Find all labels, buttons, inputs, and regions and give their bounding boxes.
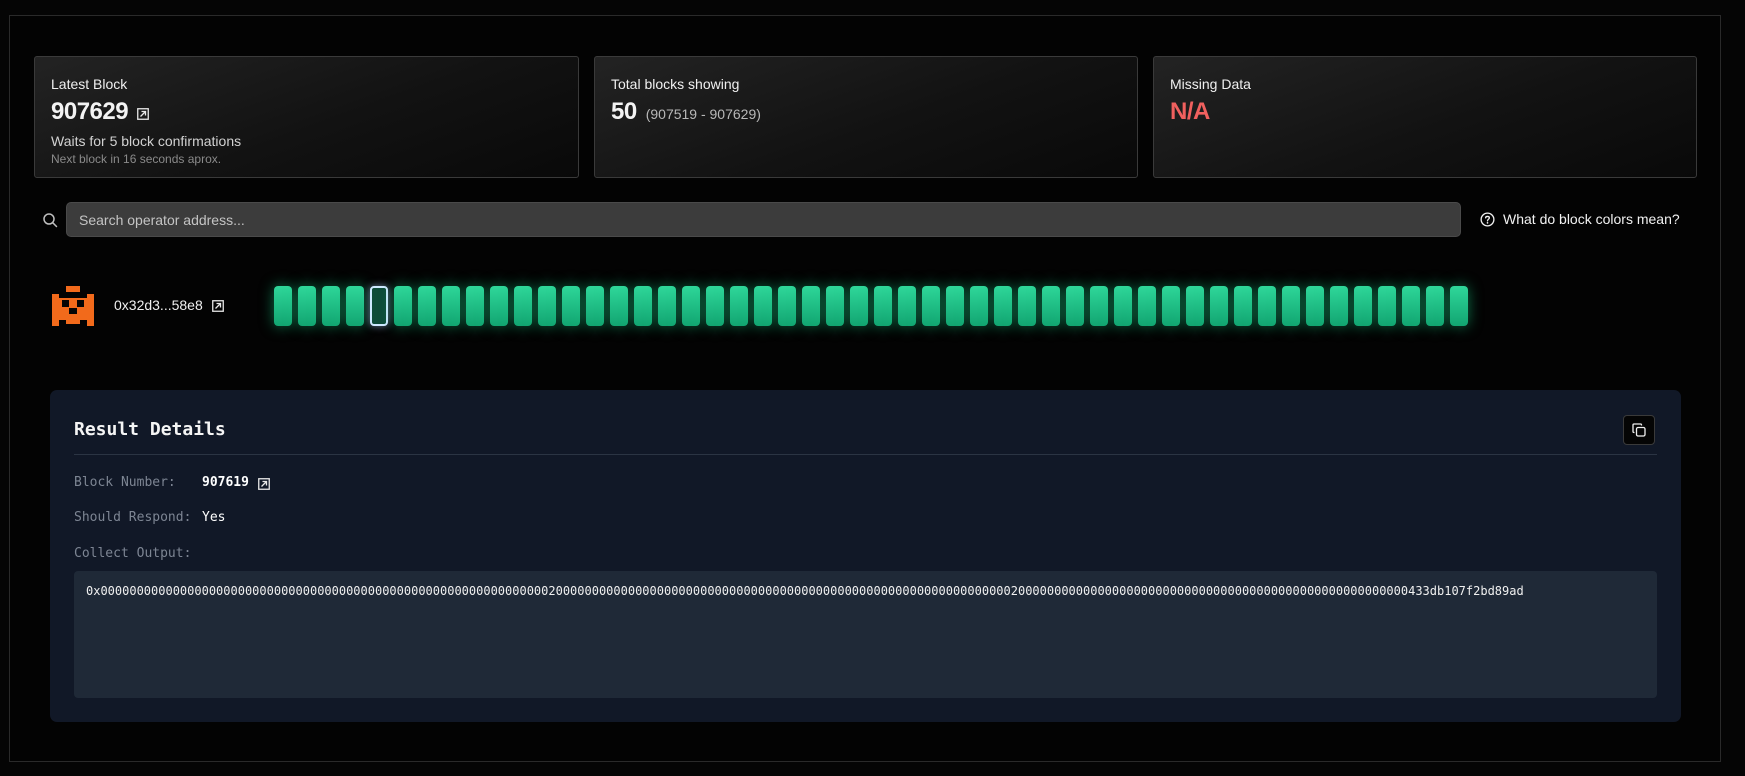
- latest-block-title: Latest Block: [51, 76, 128, 92]
- block-tile[interactable]: [898, 286, 916, 326]
- block-tile[interactable]: [970, 286, 988, 326]
- block-tile[interactable]: [1186, 286, 1204, 326]
- missing-data-title: Missing Data: [1170, 76, 1251, 92]
- block-tile[interactable]: [1426, 286, 1444, 326]
- block-tile[interactable]: [706, 286, 724, 326]
- block-tile[interactable]: [418, 286, 436, 326]
- external-link-icon[interactable]: [258, 477, 270, 490]
- result-details-panel: Result Details Block Number: 907619 Shou…: [50, 390, 1681, 722]
- next-block-note: Next block in 16 seconds aprox.: [51, 152, 222, 166]
- block-tile[interactable]: [394, 286, 412, 326]
- block-tile[interactable]: [442, 286, 460, 326]
- block-tile[interactable]: [490, 286, 508, 326]
- total-blocks-value: 50: [611, 98, 637, 125]
- block-tile[interactable]: [634, 286, 652, 326]
- operator-address-link[interactable]: 0x32d3...58e8: [114, 297, 224, 313]
- result-details-title: Result Details: [74, 419, 226, 440]
- block-tile[interactable]: [538, 286, 556, 326]
- block-tile[interactable]: [1114, 286, 1132, 326]
- block-tile[interactable]: [1282, 286, 1300, 326]
- block-tile-selected[interactable]: [370, 286, 388, 326]
- pixel-avatar-icon: [52, 286, 94, 326]
- block-tile[interactable]: [466, 286, 484, 326]
- block-number-value[interactable]: 907619: [202, 475, 249, 490]
- block-tile[interactable]: [802, 286, 820, 326]
- block-colors-help-link[interactable]: What do block colors mean?: [1480, 211, 1680, 227]
- external-link-icon[interactable]: [137, 108, 149, 120]
- block-tile[interactable]: [874, 286, 892, 326]
- block-tile[interactable]: [1042, 286, 1060, 326]
- block-tile[interactable]: [1234, 286, 1252, 326]
- should-respond-value: Yes: [202, 510, 226, 525]
- block-tile[interactable]: [1138, 286, 1156, 326]
- block-tile[interactable]: [610, 286, 628, 326]
- block-tile[interactable]: [1402, 286, 1420, 326]
- block-tile[interactable]: [514, 286, 532, 326]
- block-tile[interactable]: [1354, 286, 1372, 326]
- block-tile[interactable]: [1330, 286, 1348, 326]
- title-divider: [74, 454, 1657, 455]
- total-blocks-card: Total blocks showing 50 (907519 - 907629…: [594, 56, 1138, 178]
- block-range: (907519 - 907629): [645, 106, 761, 122]
- block-tile[interactable]: [1090, 286, 1108, 326]
- should-respond-row: Should Respond: Yes: [74, 510, 225, 525]
- block-tile[interactable]: [586, 286, 604, 326]
- block-tile[interactable]: [274, 286, 292, 326]
- block-tile[interactable]: [1450, 286, 1468, 326]
- copy-button[interactable]: [1623, 415, 1655, 445]
- block-tile[interactable]: [730, 286, 748, 326]
- should-respond-label: Should Respond:: [74, 510, 192, 525]
- operator-address: 0x32d3...58e8: [114, 297, 203, 313]
- search-icon: [43, 213, 58, 228]
- block-tile[interactable]: [946, 286, 964, 326]
- search-input[interactable]: [66, 202, 1461, 237]
- block-tile[interactable]: [658, 286, 676, 326]
- block-tile[interactable]: [322, 286, 340, 326]
- block-tile[interactable]: [562, 286, 580, 326]
- block-tile[interactable]: [1258, 286, 1276, 326]
- help-circle-icon: [1480, 211, 1495, 227]
- block-tile[interactable]: [994, 286, 1012, 326]
- latest-block-value[interactable]: 907629: [51, 98, 129, 126]
- collect-output-label: Collect Output:: [74, 546, 192, 561]
- block-tile[interactable]: [754, 286, 772, 326]
- total-blocks-title: Total blocks showing: [611, 76, 740, 92]
- missing-data-card: Missing Data N/A: [1153, 56, 1697, 178]
- block-tile[interactable]: [682, 286, 700, 326]
- block-number-label: Block Number:: [74, 475, 176, 490]
- block-tile[interactable]: [778, 286, 796, 326]
- latest-block-card: Latest Block 907629 Waits for 5 block co…: [34, 56, 579, 178]
- block-tile[interactable]: [1162, 286, 1180, 326]
- block-tile[interactable]: [1306, 286, 1324, 326]
- collect-output-row: Collect Output:: [74, 546, 202, 561]
- block-tile[interactable]: [826, 286, 844, 326]
- block-tile[interactable]: [1018, 286, 1036, 326]
- block-tile[interactable]: [850, 286, 868, 326]
- external-link-icon[interactable]: [211, 300, 224, 312]
- block-tile[interactable]: [1210, 286, 1228, 326]
- block-number-row: Block Number: 907619: [74, 475, 270, 490]
- block-tile[interactable]: [1066, 286, 1084, 326]
- block-tile[interactable]: [1378, 286, 1396, 326]
- block-tile[interactable]: [346, 286, 364, 326]
- confirmations-note: Waits for 5 block confirmations: [51, 133, 242, 149]
- block-tile[interactable]: [922, 286, 940, 326]
- block-tile[interactable]: [298, 286, 316, 326]
- collect-output-value[interactable]: 0x00000000000000000000000000000000000000…: [74, 571, 1657, 698]
- copy-icon: [1632, 423, 1646, 437]
- block-status-strip: [274, 286, 1468, 326]
- missing-data-value: N/A: [1170, 98, 1210, 125]
- help-label: What do block colors mean?: [1503, 211, 1680, 227]
